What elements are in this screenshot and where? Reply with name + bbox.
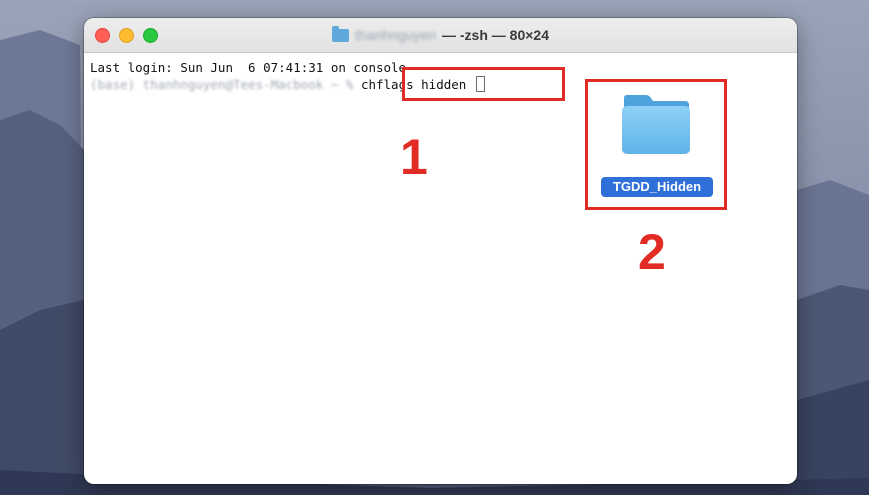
shell-prompt: (base) thanhnguyen@Tees-Macbook ~ % <box>90 77 361 92</box>
highlight-box-command <box>402 67 565 101</box>
folder-icon[interactable] <box>620 94 692 156</box>
folder-icon <box>332 25 350 42</box>
title-text: — -zsh — 80×24 <box>441 27 549 43</box>
title-user: thanhnguyen <box>355 27 436 43</box>
folder-name-label[interactable]: TGDD_Hidden <box>601 177 713 197</box>
step-number-1: 1 <box>400 129 428 185</box>
title-bar[interactable]: thanhnguyen — -zsh — 80×24 <box>84 18 797 53</box>
last-login-line: Last login: Sun Jun 6 07:41:31 on consol… <box>90 60 407 75</box>
step-number-2: 2 <box>638 224 666 280</box>
window-title: thanhnguyen — -zsh — 80×24 <box>84 18 797 52</box>
